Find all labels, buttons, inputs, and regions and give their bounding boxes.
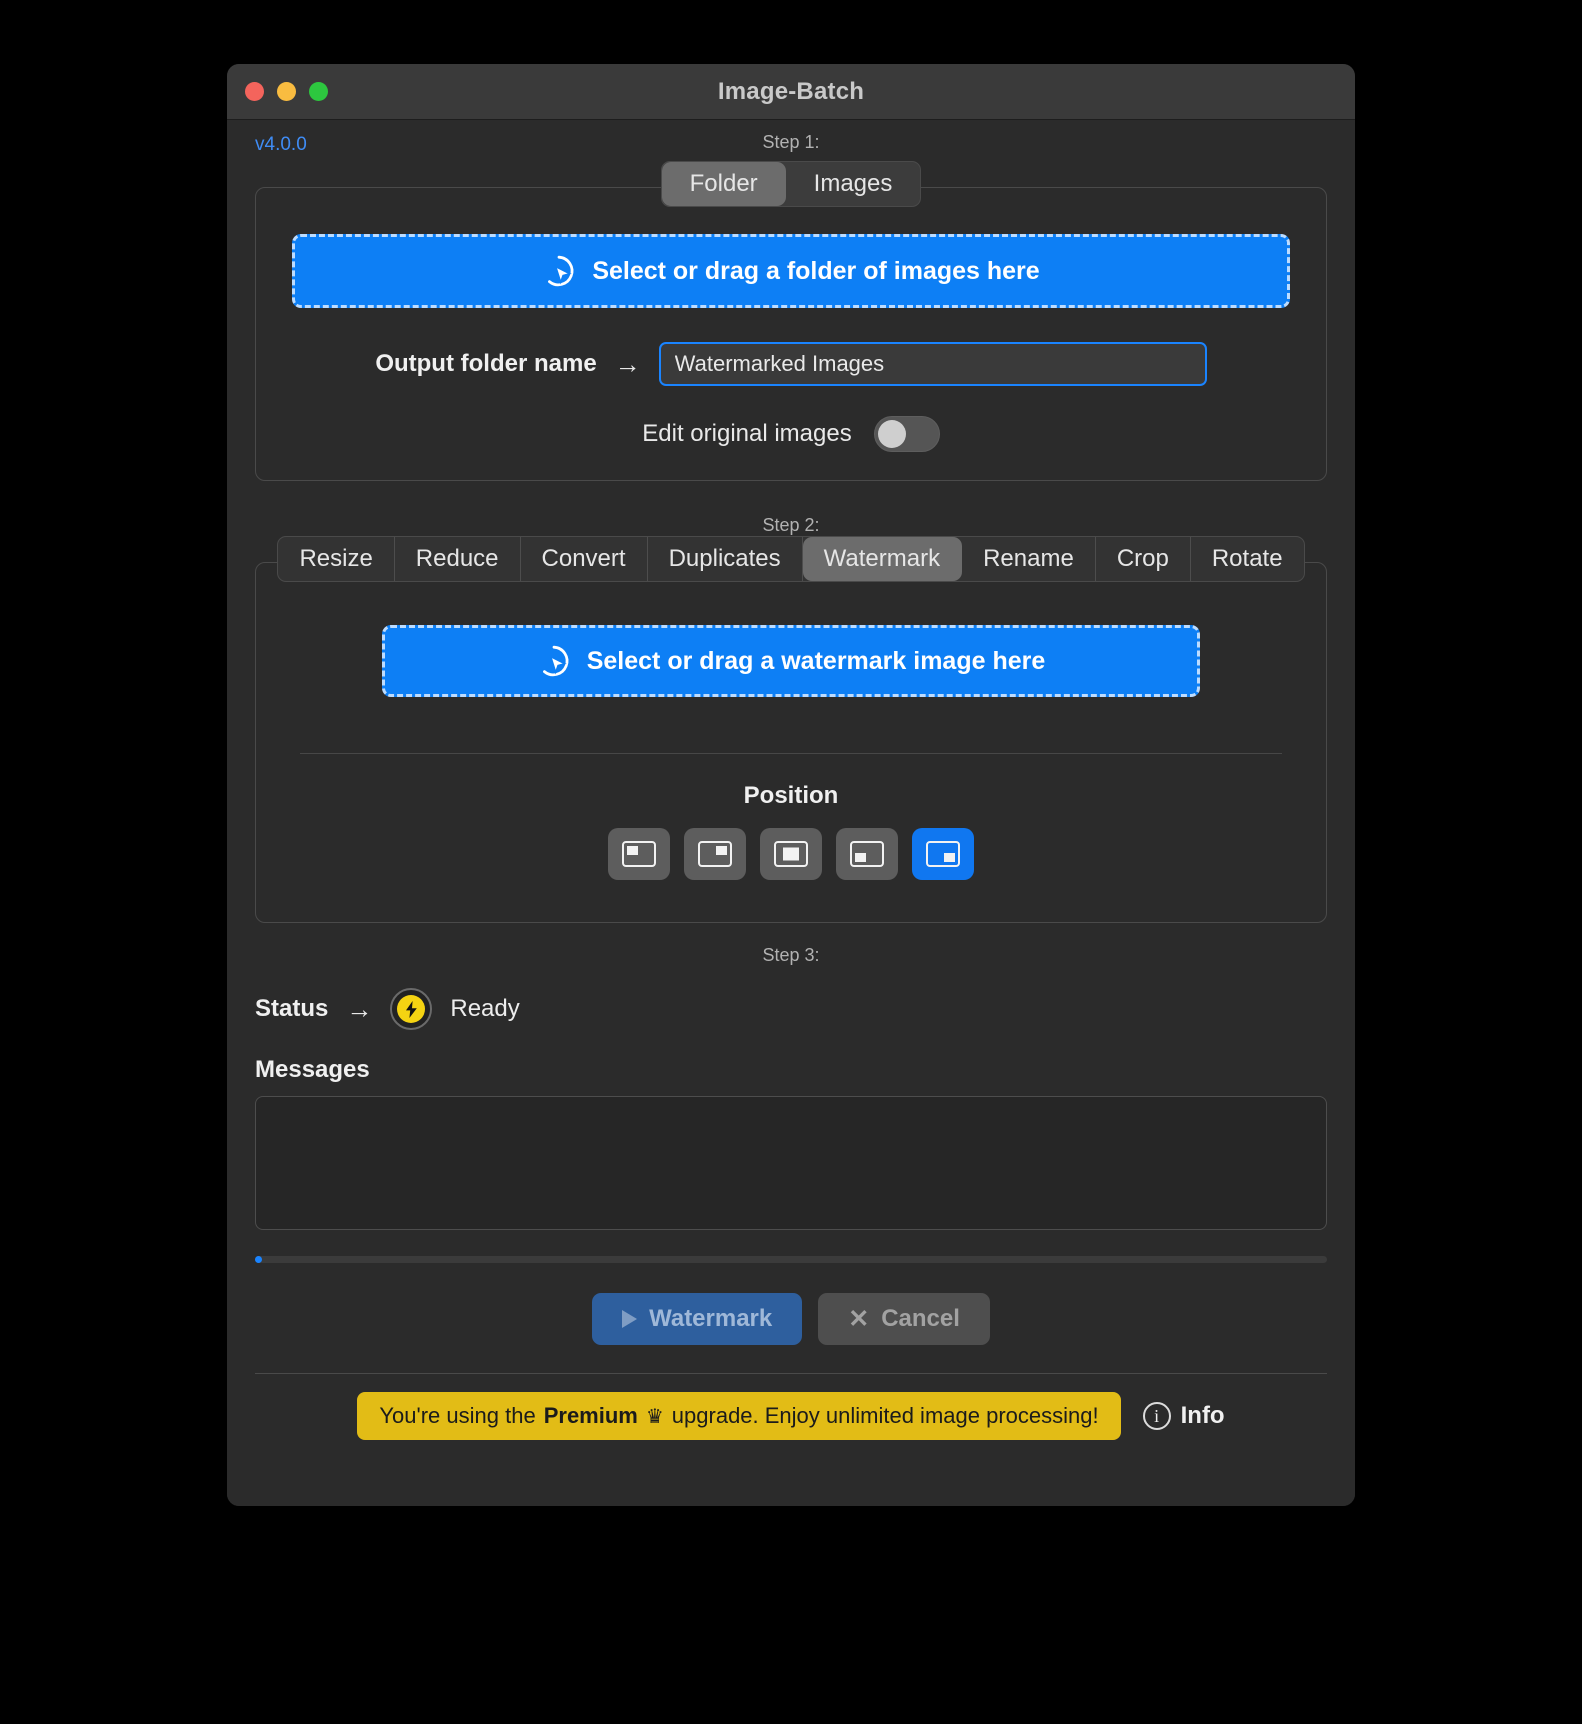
step3-label: Step 3: <box>255 945 1327 966</box>
tab-convert[interactable]: Convert <box>521 537 648 581</box>
window-titlebar: Image-Batch <box>227 64 1355 120</box>
bolt-glyph <box>405 1001 418 1018</box>
crown-icon: ♛ <box>646 1404 664 1429</box>
premium-banner[interactable]: You're using the Premium ♛ upgrade. Enjo… <box>357 1392 1120 1440</box>
folder-dropzone[interactable]: Select or drag a folder of images here <box>292 234 1290 308</box>
position-bottom-right-button[interactable] <box>912 828 974 880</box>
edit-original-label: Edit original images <box>642 420 851 448</box>
arrow-right-icon: → <box>346 994 372 1025</box>
messages-box[interactable] <box>255 1096 1327 1230</box>
position-title: Position <box>292 782 1290 810</box>
messages-label: Messages <box>255 1056 1327 1084</box>
watermark-dropzone-label: Select or drag a watermark image here <box>587 647 1046 676</box>
select-cursor-icon <box>542 254 576 288</box>
position-top-left-button[interactable] <box>608 828 670 880</box>
step1-tabs: Folder Images <box>255 161 1327 207</box>
app-body: v4.0.0 Step 1: Folder Images Select or d… <box>227 120 1355 1506</box>
watermark-dropzone[interactable]: Select or drag a watermark image here <box>382 625 1200 697</box>
panel-divider <box>300 753 1282 754</box>
promo-prefix: You're using the <box>379 1403 535 1429</box>
info-label: Info <box>1181 1402 1225 1430</box>
desktop-background: Image-Batch v4.0.0 Step 1: Folder Images <box>0 0 1582 1724</box>
footer-divider <box>255 1373 1327 1374</box>
lightning-bolt-icon <box>390 988 432 1030</box>
tab-duplicates[interactable]: Duplicates <box>648 537 803 581</box>
cancel-button[interactable]: ✕ Cancel <box>818 1293 990 1345</box>
position-bottom-left-button[interactable] <box>836 828 898 880</box>
position-top-right-icon <box>698 841 732 867</box>
close-button[interactable] <box>245 82 264 101</box>
output-folder-input[interactable] <box>659 342 1207 386</box>
position-center-button[interactable] <box>760 828 822 880</box>
watermark-button-label: Watermark <box>649 1305 772 1333</box>
tab-rotate[interactable]: Rotate <box>1191 537 1304 581</box>
tab-rename[interactable]: Rename <box>962 537 1096 581</box>
promo-suffix: upgrade. Enjoy unlimited image processin… <box>672 1403 1099 1429</box>
progress-bar <box>255 1256 1327 1263</box>
edit-original-toggle[interactable] <box>874 416 940 452</box>
tab-watermark[interactable]: Watermark <box>803 537 962 581</box>
position-bottom-right-icon <box>926 841 960 867</box>
watermark-button[interactable]: Watermark <box>592 1293 802 1345</box>
status-row: Status → Ready <box>255 988 1327 1030</box>
output-folder-label: Output folder name <box>375 350 596 378</box>
footer: You're using the Premium ♛ upgrade. Enjo… <box>255 1392 1327 1456</box>
cancel-button-label: Cancel <box>881 1305 960 1333</box>
select-cursor-icon <box>537 644 571 678</box>
position-top-right-button[interactable] <box>684 828 746 880</box>
edit-original-row: Edit original images <box>292 416 1290 452</box>
status-label: Status <box>255 995 328 1023</box>
tab-crop[interactable]: Crop <box>1096 537 1191 581</box>
position-bottom-left-icon <box>850 841 884 867</box>
promo-plan: Premium <box>544 1403 638 1429</box>
step1-label: Step 1: <box>255 132 1327 153</box>
output-folder-row: Output folder name → <box>292 342 1290 386</box>
arrow-right-icon: → <box>615 349 641 380</box>
step2-tabs: Resize Reduce Convert Duplicates Waterma… <box>255 536 1327 582</box>
tab-resize[interactable]: Resize <box>278 537 394 581</box>
step2-panel: Select or drag a watermark image here Po… <box>255 562 1327 923</box>
version-label: v4.0.0 <box>255 134 307 156</box>
progress-fill <box>255 1256 262 1263</box>
position-options <box>292 828 1290 880</box>
step2-label: Step 2: <box>255 515 1327 536</box>
position-top-left-icon <box>622 841 656 867</box>
play-icon <box>622 1310 637 1328</box>
info-button[interactable]: i Info <box>1143 1402 1225 1430</box>
window-title: Image-Batch <box>227 78 1355 106</box>
position-center-icon <box>774 841 808 867</box>
step1-panel: Select or drag a folder of images here O… <box>255 187 1327 481</box>
tab-reduce[interactable]: Reduce <box>395 537 521 581</box>
app-window: Image-Batch v4.0.0 Step 1: Folder Images <box>227 64 1355 1506</box>
step2-section: Step 2: Resize Reduce Convert Duplicates… <box>255 503 1327 923</box>
folder-dropzone-label: Select or drag a folder of images here <box>592 257 1039 286</box>
close-x-icon: ✕ <box>848 1307 869 1332</box>
toggle-knob <box>878 420 906 448</box>
minimize-button[interactable] <box>277 82 296 101</box>
tab-folder[interactable]: Folder <box>662 162 786 206</box>
status-value: Ready <box>450 995 519 1023</box>
action-buttons: Watermark ✕ Cancel <box>255 1293 1327 1345</box>
tab-images[interactable]: Images <box>786 162 921 206</box>
maximize-button[interactable] <box>309 82 328 101</box>
window-controls <box>245 82 328 101</box>
info-icon: i <box>1143 1402 1171 1430</box>
